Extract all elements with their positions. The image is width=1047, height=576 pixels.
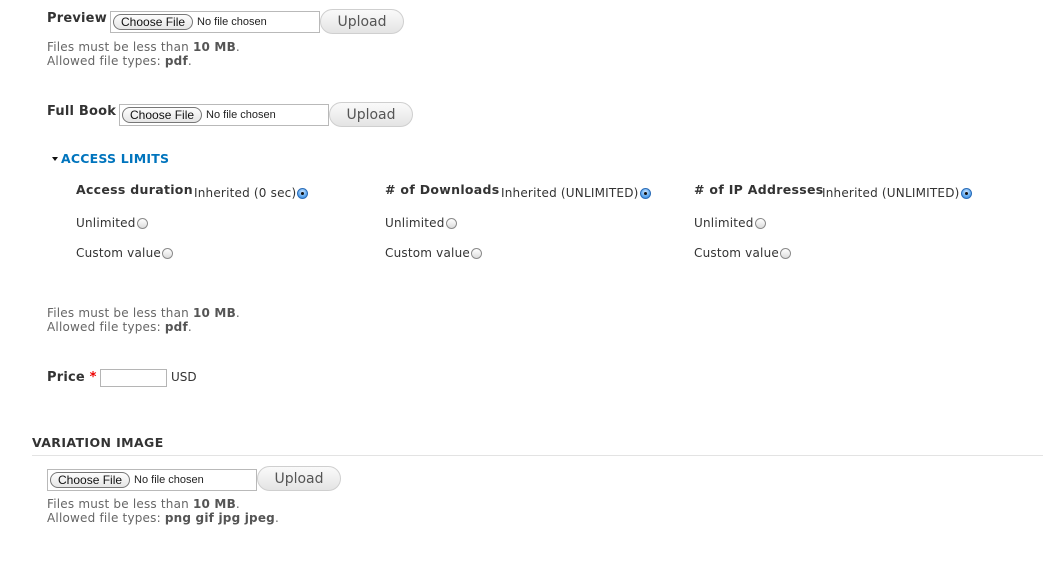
variation-image-file-input[interactable]: Choose File No file chosen: [47, 469, 257, 491]
access-duration-option-custom[interactable]: Custom value: [76, 246, 173, 260]
radio-checked-icon[interactable]: [639, 187, 651, 199]
variation-image-file-status: No file chosen: [134, 474, 204, 486]
ip-addresses-option-inherited[interactable]: Inherited (UNLIMITED): [822, 186, 972, 200]
full-book-size-limit: Files must be less than 10 MB.: [47, 306, 240, 320]
option-label: Unlimited: [76, 216, 136, 230]
radio-unchecked-icon[interactable]: [136, 217, 148, 229]
preview-label: Preview: [47, 11, 107, 26]
price-currency: USD: [171, 370, 197, 384]
option-label: Custom value: [385, 246, 470, 260]
required-marker: *: [89, 370, 97, 385]
variation-image-choose-file-button[interactable]: Choose File: [50, 472, 131, 488]
radio-unchecked-icon[interactable]: [754, 217, 766, 229]
option-label: Custom value: [694, 246, 779, 260]
ip-addresses-option-unlimited[interactable]: Unlimited: [694, 216, 766, 230]
option-label: Inherited (UNLIMITED): [501, 186, 639, 200]
option-label: Unlimited: [385, 216, 445, 230]
full-book-label: Full Book: [47, 104, 117, 119]
variation-image-title: VARIATION IMAGE: [32, 435, 164, 450]
full-book-allowed-types: Allowed file types: pdf.: [47, 320, 192, 334]
option-label: Inherited (UNLIMITED): [822, 186, 960, 200]
preview-size-limit: Files must be less than 10 MB.: [47, 40, 240, 54]
preview-allowed-types: Allowed file types: pdf.: [47, 54, 192, 68]
option-label: Inherited (0 sec): [194, 186, 297, 200]
price-label: Price *: [47, 370, 97, 385]
preview-file-status: No file chosen: [197, 16, 267, 28]
downloads-title: # of Downloads: [385, 182, 500, 197]
section-divider: [32, 455, 1043, 456]
preview-file-input[interactable]: Choose File No file chosen: [110, 11, 320, 33]
radio-checked-icon[interactable]: [297, 187, 309, 199]
price-input[interactable]: [100, 369, 167, 387]
ip-addresses-option-custom[interactable]: Custom value: [694, 246, 791, 260]
radio-unchecked-icon[interactable]: [779, 247, 791, 259]
radio-unchecked-icon[interactable]: [161, 247, 173, 259]
access-limits-title: ACCESS LIMITS: [61, 151, 170, 166]
access-duration-title: Access duration: [76, 182, 193, 197]
access-duration-option-inherited[interactable]: Inherited (0 sec): [194, 186, 309, 200]
option-label: Unlimited: [694, 216, 754, 230]
access-duration-option-unlimited[interactable]: Unlimited: [76, 216, 148, 230]
price-label-text: Price: [47, 370, 85, 385]
variation-image-allowed-types: Allowed file types: png gif jpg jpeg.: [47, 511, 279, 525]
preview-upload-button[interactable]: Upload: [320, 9, 404, 34]
downloads-option-custom[interactable]: Custom value: [385, 246, 482, 260]
option-label: Custom value: [76, 246, 161, 260]
radio-checked-icon[interactable]: [960, 187, 972, 199]
full-book-description: Files must be less than 10 MB. Allowed f…: [47, 306, 240, 334]
variation-image-size-limit: Files must be less than 10 MB.: [47, 497, 240, 511]
variation-image-description: Files must be less than 10 MB. Allowed f…: [47, 497, 279, 525]
full-book-upload-button[interactable]: Upload: [329, 102, 413, 127]
radio-unchecked-icon[interactable]: [470, 247, 482, 259]
full-book-file-status: No file chosen: [206, 109, 276, 121]
radio-unchecked-icon[interactable]: [445, 217, 457, 229]
access-limits-toggle[interactable]: ACCESS LIMITS: [52, 151, 169, 166]
ip-addresses-title: # of IP Addresses: [694, 182, 824, 197]
full-book-choose-file-button[interactable]: Choose File: [122, 107, 203, 123]
downloads-option-inherited[interactable]: Inherited (UNLIMITED): [501, 186, 651, 200]
preview-description: Files must be less than 10 MB. Allowed f…: [47, 40, 240, 68]
preview-choose-file-button[interactable]: Choose File: [113, 14, 194, 30]
full-book-file-input[interactable]: Choose File No file chosen: [119, 104, 329, 126]
downloads-option-unlimited[interactable]: Unlimited: [385, 216, 457, 230]
variation-image-upload-button[interactable]: Upload: [257, 466, 341, 491]
collapse-triangle-icon: [52, 156, 58, 161]
